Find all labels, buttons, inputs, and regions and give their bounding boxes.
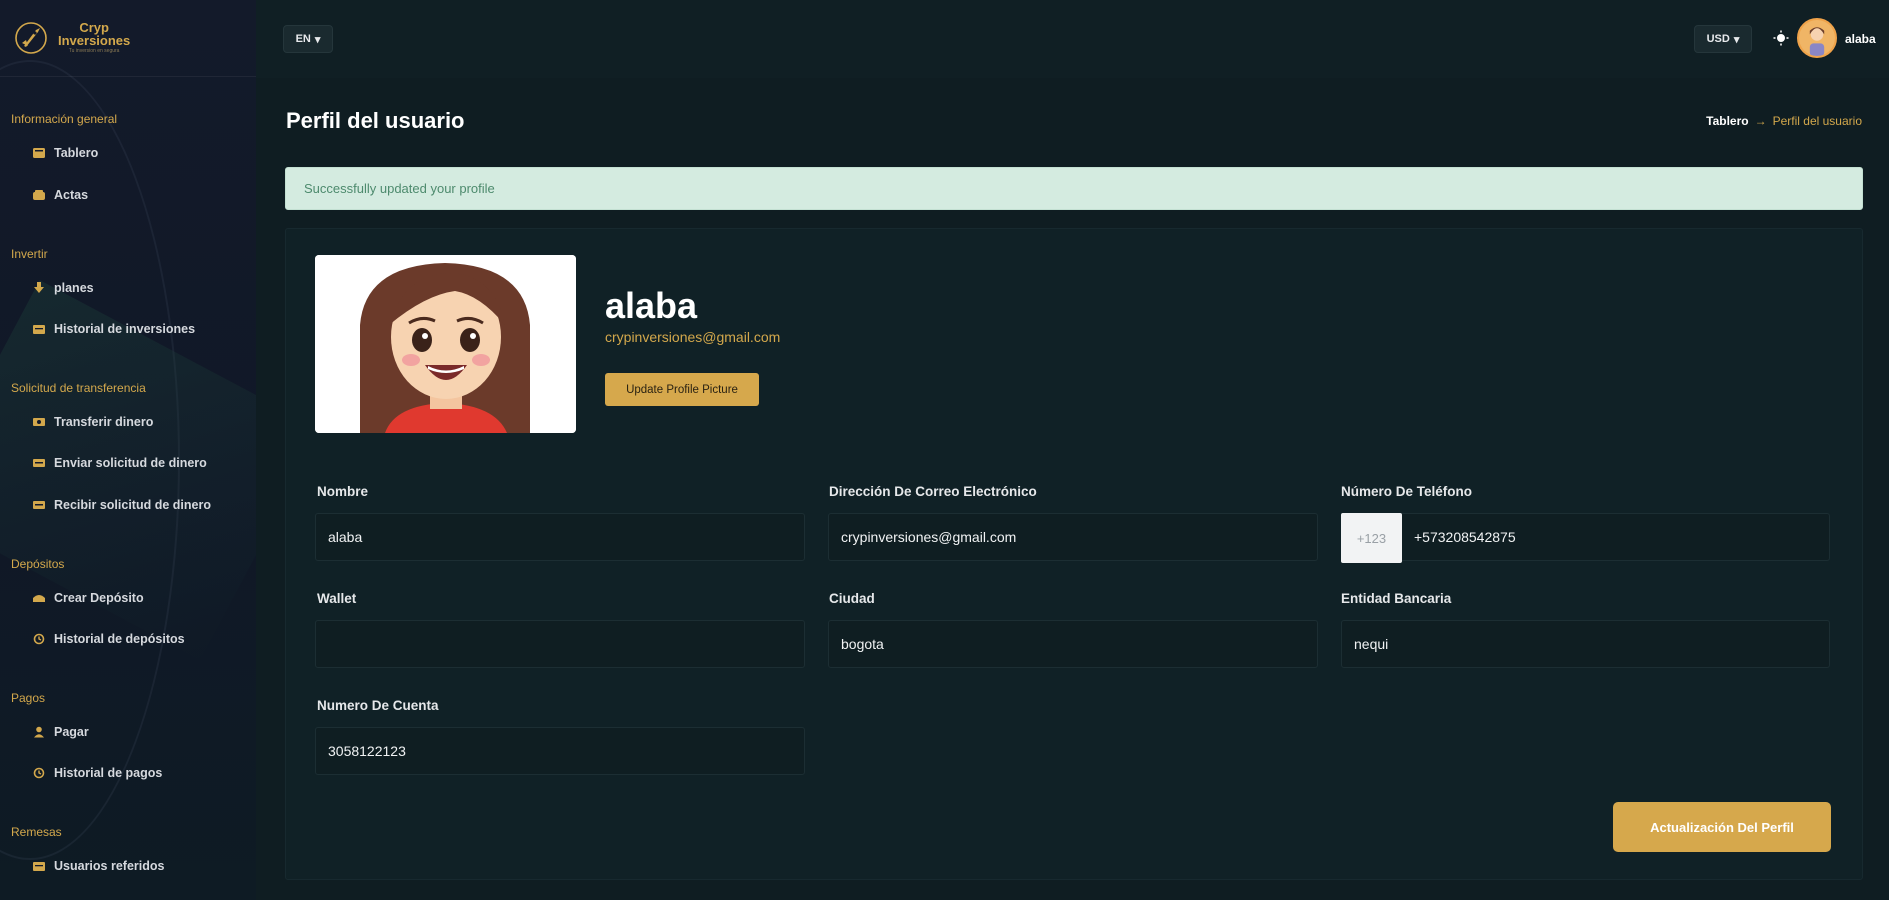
ciudad-label: Ciudad: [829, 591, 875, 606]
chevron-down-icon: ▾: [314, 33, 321, 46]
breadcrumb: Tablero → Perfil del usuario: [1706, 114, 1862, 128]
success-alert: Successfully updated your profile: [285, 167, 1863, 210]
phone-country-code[interactable]: +123: [1341, 513, 1402, 563]
sidebar-item-historial-inversiones[interactable]: Historial de inversiones: [32, 322, 195, 336]
sidebar-item-label: planes: [54, 281, 94, 295]
email-label: Dirección De Correo Electrónico: [829, 484, 1037, 499]
telefono-label: Número De Teléfono: [1341, 484, 1473, 499]
sidebar-item-crear-deposito[interactable]: Crear Depósito: [32, 591, 144, 605]
breadcrumb-current: Perfil del usuario: [1772, 114, 1862, 128]
entidad-bancaria-label: Entidad Bancaria: [1341, 591, 1452, 606]
profile-name: alaba: [605, 285, 698, 326]
top-bar: [256, 0, 1889, 78]
sidebar: Cryp Inversiones Tu inversion en segura …: [0, 0, 256, 900]
update-profile-picture-button[interactable]: Update Profile Picture: [605, 373, 759, 406]
sidebar-item-label: Tablero: [54, 146, 99, 160]
sidebar-item-planes[interactable]: planes: [32, 281, 94, 295]
entidad-bancaria-input[interactable]: [1341, 620, 1830, 668]
sidebar-item-historial-pagos[interactable]: Historial de pagos: [32, 766, 162, 780]
telefono-input[interactable]: [1341, 513, 1830, 561]
download-icon: [32, 282, 46, 294]
brand-logo[interactable]: Cryp Inversiones Tu inversion en segura: [10, 14, 130, 60]
sidebar-divider: [0, 76, 256, 77]
sidebar-item-label: Historial de inversiones: [54, 322, 196, 336]
nav-section-general: Información general: [11, 112, 118, 126]
language-value: EN: [295, 33, 311, 45]
sidebar-item-usuarios-referidos[interactable]: Usuarios referidos: [32, 859, 164, 873]
breadcrumb-home-link[interactable]: Tablero: [1706, 114, 1748, 128]
user-pay-icon: [32, 726, 46, 738]
sidebar-item-label: Transferir dinero: [54, 415, 154, 429]
history-box-icon: [32, 323, 46, 335]
sidebar-item-label: Historial de pagos: [54, 766, 163, 780]
sidebar-item-enviar-solicitud[interactable]: Enviar solicitud de dinero: [32, 456, 207, 470]
chevron-down-icon: ▾: [1733, 33, 1740, 46]
currency-select[interactable]: USD ▾: [1694, 25, 1752, 53]
brand-tagline: Tu inversion en segura: [68, 47, 120, 54]
sidebar-item-label: Pagar: [54, 725, 89, 739]
send-money-icon: [32, 457, 46, 469]
currency-value: USD: [1706, 33, 1730, 45]
email-input[interactable]: [828, 513, 1318, 561]
nombre-label: Nombre: [317, 484, 369, 499]
sidebar-item-label: Recibir solicitud de dinero: [54, 498, 211, 512]
sidebar-item-label: Crear Depósito: [54, 591, 144, 605]
dashboard-icon: [32, 147, 46, 159]
sidebar-item-transferir-dinero[interactable]: Transferir dinero: [32, 415, 153, 429]
nombre-input[interactable]: [315, 513, 805, 561]
breadcrumb-separator: →: [1754, 114, 1767, 128]
rocket-logo-icon: [15, 22, 47, 54]
ciudad-input[interactable]: [828, 620, 1318, 668]
nav-section-invertir: Invertir: [11, 247, 48, 261]
sidebar-item-recibir-solicitud[interactable]: Recibir solicitud de dinero: [32, 498, 211, 512]
sun-icon[interactable]: [1773, 30, 1789, 46]
brand-line-2: Inversiones: [58, 32, 131, 48]
sidebar-item-actas[interactable]: Actas: [32, 188, 88, 202]
sidebar-item-label: Usuarios referidos: [54, 859, 165, 873]
brand-line-1: Cryp: [79, 19, 109, 35]
nav-section-pagos: Pagos: [11, 691, 46, 705]
page-title: Perfil del usuario: [286, 108, 465, 133]
sidebar-item-label: Actas: [54, 188, 89, 202]
history-icon: [32, 767, 46, 779]
sidebar-item-tablero[interactable]: Tablero: [32, 146, 98, 160]
profile-email: crypinversiones@gmail.com: [605, 329, 781, 345]
language-select[interactable]: EN ▾: [283, 25, 333, 53]
history-icon: [32, 633, 46, 645]
numero-cuenta-label: Numero De Cuenta: [317, 698, 439, 713]
update-profile-button[interactable]: Actualización Del Perfil: [1613, 802, 1831, 852]
wallet-input[interactable]: [315, 620, 805, 668]
sidebar-item-historial-depositos[interactable]: Historial de depósitos: [32, 632, 185, 646]
receive-money-icon: [32, 499, 46, 511]
sidebar-item-pagar[interactable]: Pagar: [32, 725, 89, 739]
profile-photo: [315, 255, 576, 433]
numero-cuenta-input[interactable]: [315, 727, 805, 775]
wallet-icon: [32, 189, 46, 201]
avatar[interactable]: [1797, 18, 1837, 58]
sidebar-item-label: Enviar solicitud de dinero: [54, 456, 207, 470]
nav-section-remesas: Remesas: [11, 825, 62, 839]
wallet-label: Wallet: [317, 591, 357, 606]
sidebar-item-label: Historial de depósitos: [54, 632, 185, 646]
users-icon: [32, 860, 46, 872]
user-name[interactable]: alaba: [1845, 32, 1876, 46]
transfer-icon: [32, 416, 46, 428]
nav-section-depositos: Depósitos: [11, 557, 65, 571]
nav-section-transferencia: Solicitud de transferencia: [11, 381, 146, 395]
deposit-icon: [32, 592, 46, 604]
